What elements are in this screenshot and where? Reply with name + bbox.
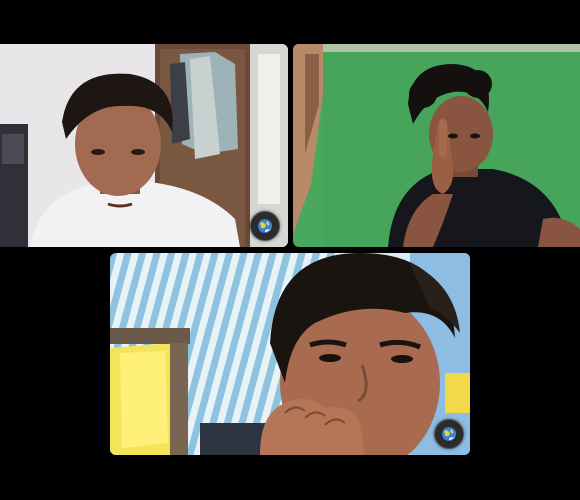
participant-2-video-feed xyxy=(293,44,580,247)
video-tile-participant-3[interactable] xyxy=(110,253,470,455)
participant-3-video-feed xyxy=(110,253,470,455)
participant-1-video-feed xyxy=(0,44,288,247)
participant-1-avatar xyxy=(250,211,280,241)
globe-avatar-icon xyxy=(442,427,456,441)
participant-3-avatar xyxy=(434,419,464,449)
video-tile-participant-2[interactable] xyxy=(293,44,580,247)
globe-avatar-icon xyxy=(258,219,272,233)
video-tile-participant-1[interactable] xyxy=(0,44,288,247)
